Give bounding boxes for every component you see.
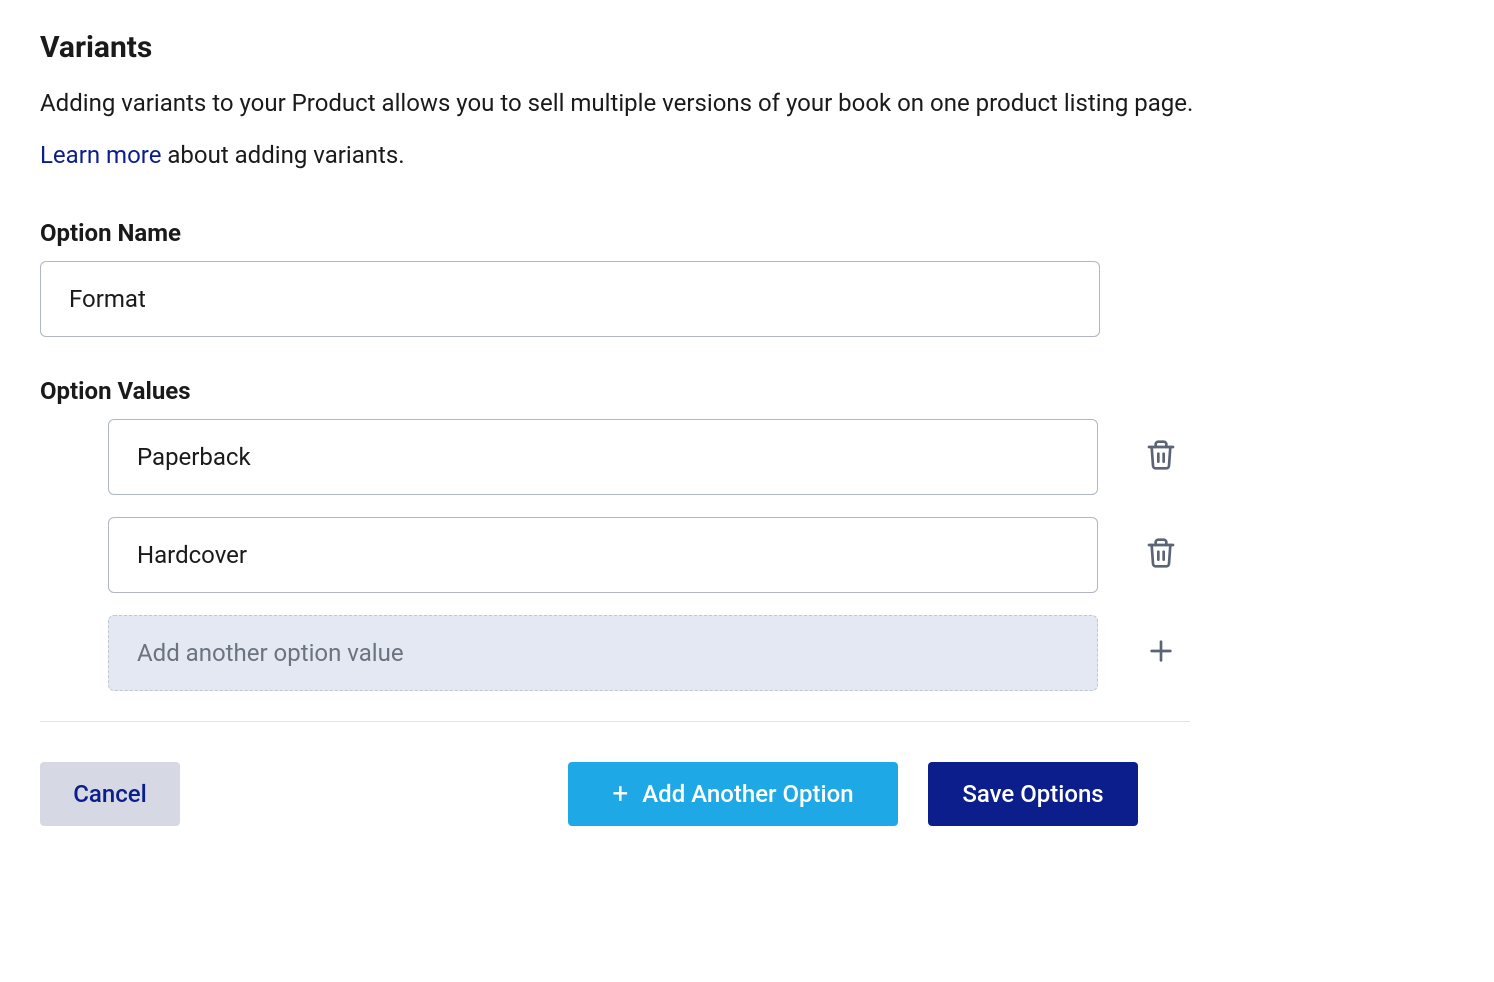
option-value-input[interactable]	[108, 419, 1098, 495]
option-values-label: Option Values	[40, 377, 1454, 405]
add-value-button[interactable]	[1139, 627, 1183, 678]
learn-more-suffix: about adding variants.	[161, 141, 404, 169]
footer-divider	[40, 721, 1190, 722]
variants-description: Adding variants to your Product allows y…	[40, 87, 1454, 121]
add-value-row	[108, 615, 1238, 691]
trash-icon	[1145, 437, 1177, 476]
delete-value-button[interactable]	[1139, 431, 1183, 482]
option-value-row	[108, 517, 1238, 593]
delete-value-button[interactable]	[1139, 529, 1183, 580]
option-name-input[interactable]	[40, 261, 1100, 337]
learn-more-line: Learn more about adding variants.	[40, 141, 1454, 169]
option-value-row	[108, 419, 1238, 495]
option-value-input[interactable]	[108, 517, 1098, 593]
cancel-button[interactable]: Cancel	[40, 762, 180, 826]
option-name-label: Option Name	[40, 219, 1454, 247]
plus-icon: +	[612, 777, 628, 810]
footer-actions: Cancel + Add Another Option Save Options	[40, 762, 1138, 826]
variants-heading: Variants	[40, 30, 1454, 65]
plus-icon	[1145, 633, 1177, 672]
save-options-button[interactable]: Save Options	[928, 762, 1138, 826]
add-another-option-button[interactable]: + Add Another Option	[568, 762, 898, 826]
add-another-option-label: Add Another Option	[642, 780, 853, 808]
add-value-input[interactable]	[108, 615, 1098, 691]
learn-more-link[interactable]: Learn more	[40, 141, 161, 169]
trash-icon	[1145, 535, 1177, 574]
